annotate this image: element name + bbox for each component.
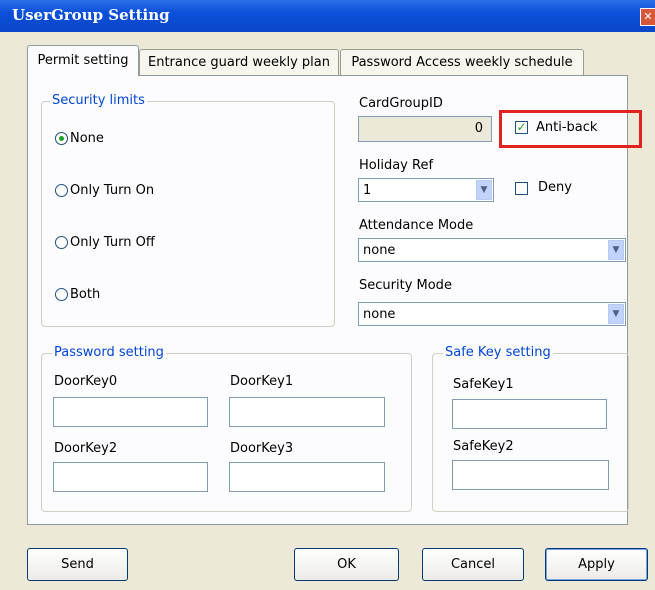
deny-checkbox[interactable]: [515, 182, 528, 195]
doorkey2-label: DoorKey2: [54, 441, 118, 456]
radio-only-turn-off[interactable]: [55, 236, 68, 249]
radio-none-label: None: [70, 131, 104, 146]
holiday-ref-value: 1: [363, 183, 372, 198]
anti-back-highlight-box: [499, 110, 642, 148]
attendance-mode-select[interactable]: none ▼: [358, 238, 626, 262]
close-icon[interactable]: ✕: [640, 8, 655, 26]
safekey2-input[interactable]: [452, 460, 609, 490]
security-limits-legend: Security limits: [50, 93, 147, 108]
chevron-down-icon[interactable]: ▼: [476, 180, 492, 200]
usergroup-setting-window: UserGroup Setting ✕ Permit setting Entra…: [0, 0, 655, 590]
radio-none[interactable]: [55, 132, 68, 145]
radio-only-turn-off-label: Only Turn Off: [70, 235, 155, 250]
security-mode-select[interactable]: none ▼: [358, 302, 626, 326]
title-bar[interactable]: UserGroup Setting ✕: [0, 0, 655, 32]
cancel-button[interactable]: Cancel: [422, 548, 524, 581]
doorkey0-label: DoorKey0: [54, 374, 118, 389]
ok-button[interactable]: OK: [294, 548, 399, 581]
tab-password-access-weekly-schedule[interactable]: Password Access weekly schedule: [340, 49, 584, 75]
doorkey3-input[interactable]: [229, 462, 385, 492]
attendance-mode-value: none: [363, 243, 396, 258]
attendance-mode-label: Attendance Mode: [359, 218, 474, 233]
send-button[interactable]: Send: [27, 548, 128, 581]
radio-only-turn-on-label: Only Turn On: [70, 183, 155, 198]
apply-button[interactable]: Apply: [545, 548, 648, 581]
deny-label: Deny: [538, 180, 572, 195]
safekey2-label: SafeKey2: [453, 439, 514, 454]
safekey1-input[interactable]: [452, 399, 607, 429]
card-group-id-field[interactable]: 0: [358, 116, 492, 142]
safe-key-setting-legend: Safe Key setting: [443, 345, 553, 360]
radio-only-turn-on[interactable]: [55, 184, 68, 197]
tab-permit-setting[interactable]: Permit setting: [27, 45, 139, 76]
password-setting-legend: Password setting: [52, 345, 166, 360]
holiday-ref-label: Holiday Ref: [359, 158, 434, 173]
safekey1-label: SafeKey1: [453, 377, 514, 392]
doorkey1-input[interactable]: [229, 397, 385, 427]
security-mode-label: Security Mode: [359, 278, 452, 293]
holiday-ref-select[interactable]: 1 ▼: [358, 178, 494, 202]
chevron-down-icon[interactable]: ▼: [608, 304, 624, 324]
chevron-down-icon[interactable]: ▼: [608, 240, 624, 260]
security-mode-value: none: [363, 307, 396, 322]
doorkey0-input[interactable]: [53, 397, 208, 427]
doorkey2-input[interactable]: [53, 462, 208, 492]
doorkey3-label: DoorKey3: [230, 441, 294, 456]
radio-both-label: Both: [70, 287, 101, 302]
card-group-id-label: CardGroupID: [359, 96, 443, 111]
window-title: UserGroup Setting: [12, 6, 170, 24]
radio-both[interactable]: [55, 288, 68, 301]
tab-entrance-guard-weekly-plan[interactable]: Entrance guard weekly plan: [139, 49, 339, 75]
doorkey1-label: DoorKey1: [230, 374, 294, 389]
